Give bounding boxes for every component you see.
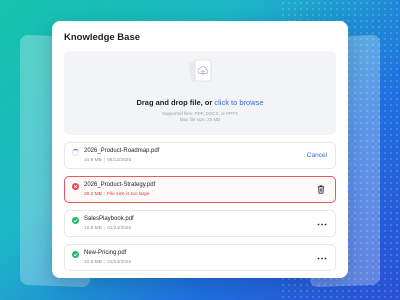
file-name: New-Pricing.pdf	[84, 250, 127, 256]
file-name: 2026_Product-Roadmap.pdf	[84, 148, 160, 154]
file-date: 08/12/2025	[107, 158, 132, 163]
trash-icon[interactable]	[317, 185, 325, 194]
error-icon	[72, 183, 79, 190]
loading-spinner-icon	[72, 149, 79, 156]
file-date: 01/24/2025	[107, 226, 132, 231]
dropzone-title: Drag and drop file, or click to browse	[64, 98, 336, 107]
file-row[interactable]: New-Pricing.pdf 10.8 MB | 01/24/2025	[64, 244, 336, 271]
file-row-error[interactable]: 2026_Product-Strategy.pdf 30.2 MB | File s…	[64, 176, 336, 203]
card-title: Knowledge Base	[64, 32, 141, 43]
file-meta: 30.2 MB | File size is too large	[84, 192, 150, 197]
file-meta: 10.8 MB | 01/24/2025	[84, 260, 132, 265]
file-upload-icon	[188, 59, 212, 82]
file-size: 10.8 MB	[84, 226, 102, 231]
dropzone-instruction: Drag and drop file, or	[136, 98, 215, 107]
knowledge-base-card: Knowledge Base Drag and drop file, or cl…	[52, 21, 348, 278]
check-icon	[72, 251, 79, 258]
file-dropzone[interactable]: Drag and drop file, or click to browse S…	[64, 51, 336, 135]
file-row[interactable]: SalesPlaybook.pdf 10.8 MB | 01/24/2025	[64, 210, 336, 237]
supported-files-text: Supported files: PDF, DOCX, or PPTX	[161, 111, 239, 116]
file-name: SalesPlaybook.pdf	[84, 216, 134, 222]
check-icon	[72, 217, 79, 224]
max-size-text: Max file size: 25 MB	[179, 117, 221, 122]
file-meta: 10.8 MB | 08/12/2025	[84, 158, 132, 163]
file-row[interactable]: 2026_Product-Roadmap.pdf 10.8 MB | 08/12/2…	[64, 142, 336, 169]
cancel-upload-button[interactable]: Cancel	[307, 152, 327, 159]
file-size: 10.8 MB	[84, 158, 102, 163]
file-size: 30.2 MB	[84, 192, 102, 197]
file-size: 10.8 MB	[84, 260, 102, 265]
more-icon[interactable]	[317, 257, 327, 260]
file-date: 01/24/2025	[107, 260, 132, 265]
more-icon[interactable]	[317, 223, 327, 226]
browse-link[interactable]: click to browse	[214, 98, 263, 107]
file-meta: 10.8 MB | 01/24/2025	[84, 226, 132, 231]
file-error-text: File size is too large	[107, 192, 150, 197]
file-name: 2026_Product-Strategy.pdf	[84, 182, 156, 188]
